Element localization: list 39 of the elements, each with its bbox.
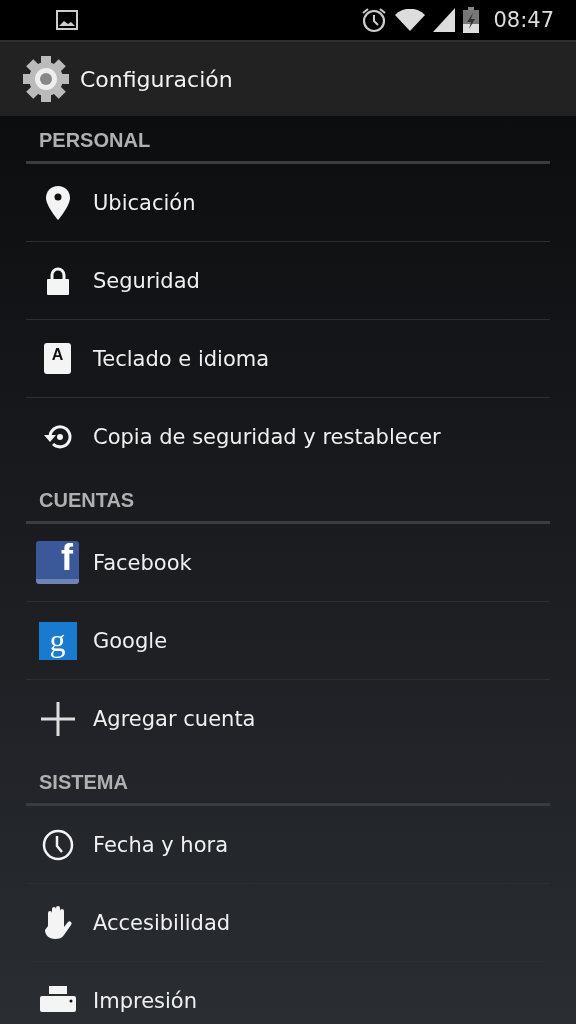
screen-title: Configuración: [80, 66, 233, 92]
wifi-icon: [395, 9, 426, 31]
settings-item[interactable]: Ubicación: [26, 164, 550, 242]
picture-icon: [56, 10, 78, 30]
item-label: Fecha y hora: [93, 832, 228, 857]
item-label: Facebook: [93, 550, 192, 575]
settings-icon[interactable]: [22, 55, 70, 103]
signal-icon: [433, 8, 456, 32]
item-label: Impresión: [93, 989, 197, 1013]
item-label: Google: [93, 628, 168, 653]
clock-icon: [41, 828, 74, 861]
restore-icon: [41, 423, 74, 451]
item-label: Copia de seguridad y restablecer: [93, 425, 441, 449]
settings-item[interactable]: Fecha y hora: [26, 806, 550, 884]
alarm-clock-icon: [361, 7, 388, 33]
settings-item[interactable]: Agregar cuenta: [26, 680, 550, 758]
location-pin-icon: [45, 185, 70, 220]
item-label: Accesibilidad: [93, 910, 231, 935]
keyboard-letter-icon: A: [44, 343, 71, 374]
settings-item[interactable]: Seguridad: [26, 242, 550, 320]
item-label: Seguridad: [93, 268, 200, 293]
settings-item[interactable]: Impresión: [26, 962, 550, 1024]
item-label: Agregar cuenta: [93, 707, 256, 731]
section-title: SISTEMA: [39, 771, 128, 794]
battery-charging-icon: [463, 7, 480, 33]
settings-item[interactable]: g Google: [26, 602, 550, 680]
settings-item[interactable]: f Facebook: [26, 524, 550, 602]
settings-item[interactable]: Accesibilidad: [26, 884, 550, 962]
item-label: Ubicación: [93, 190, 196, 215]
facebook-logo-icon: f: [36, 541, 79, 584]
section-title: PERSONAL: [39, 129, 151, 152]
google-logo-icon: g: [38, 621, 77, 660]
settings-item[interactable]: A Teclado e idioma: [26, 320, 550, 398]
section-title: CUENTAS: [39, 489, 135, 512]
item-label: Teclado e idioma: [93, 346, 270, 371]
plus-icon: [40, 702, 75, 736]
settings-item[interactable]: Copia de seguridad y restablecer: [26, 398, 550, 476]
status-time: 08:47: [493, 8, 554, 32]
lock-icon: [46, 266, 69, 295]
